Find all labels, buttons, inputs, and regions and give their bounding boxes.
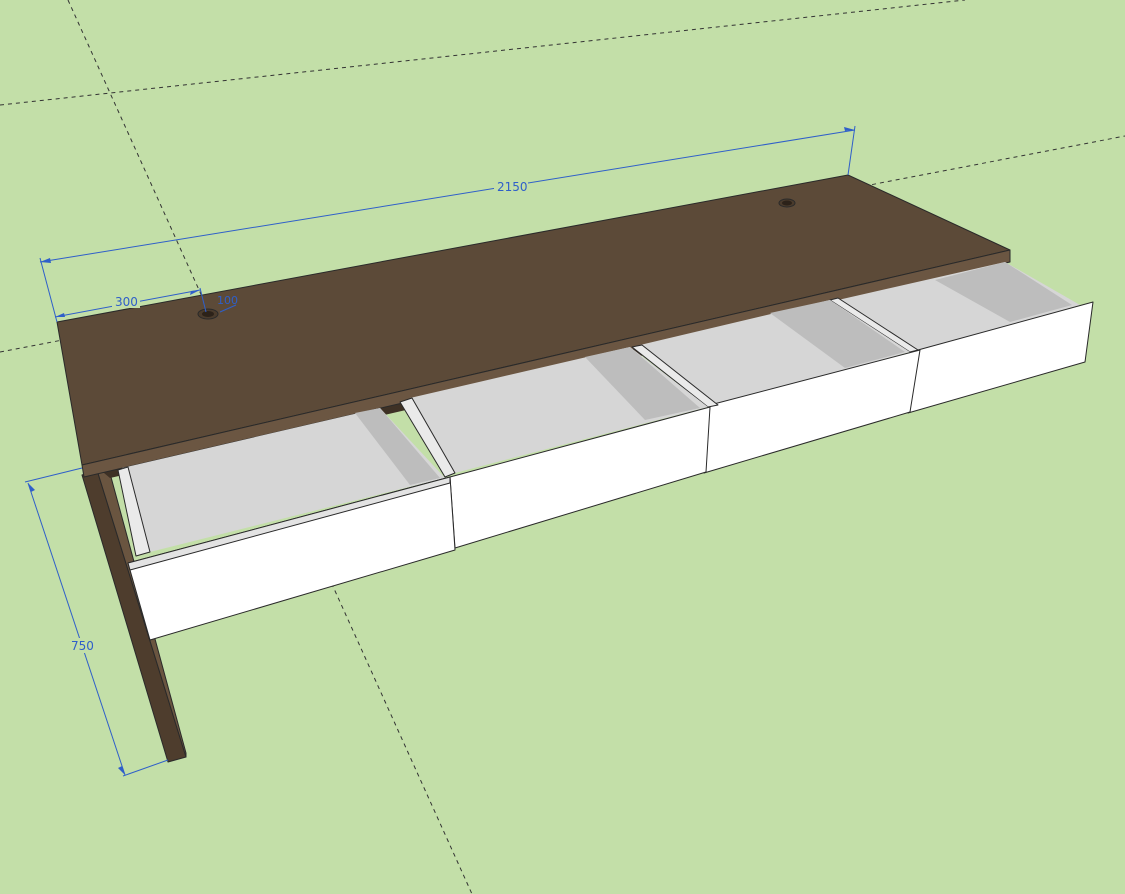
cable-hole-inner [202, 311, 214, 317]
dimension-label-hole-offset: 300 [115, 295, 138, 309]
dimension-label-hole-diameter: 100 [217, 294, 238, 307]
dimension-label-length: 2150 [497, 180, 528, 194]
dimension-label-height: 750 [71, 639, 94, 653]
model-viewport[interactable]: 2150 300 100 750 [0, 0, 1125, 894]
cable-hole-inner [782, 200, 792, 206]
